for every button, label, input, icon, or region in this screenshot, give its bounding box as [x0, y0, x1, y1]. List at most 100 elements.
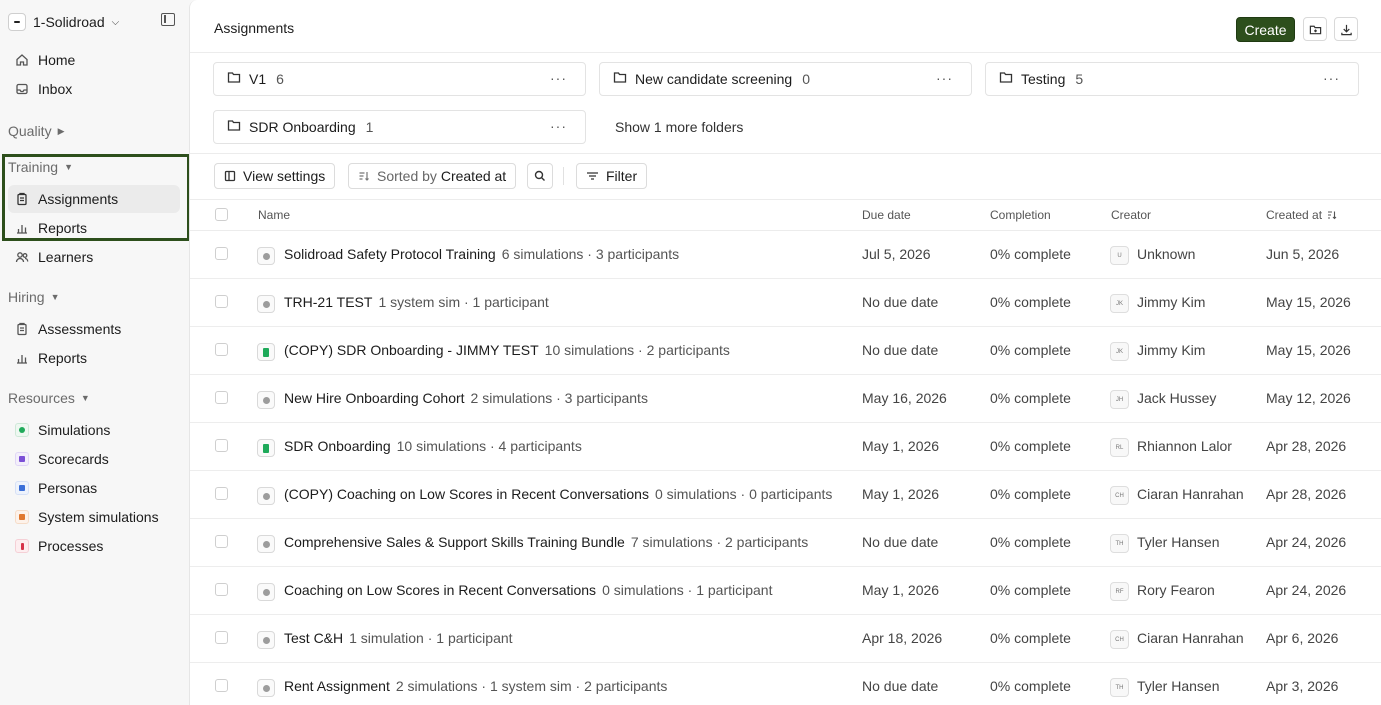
completion: 0% complete: [990, 246, 1071, 262]
column-header-name[interactable]: Name: [258, 208, 290, 222]
folder-card[interactable]: New candidate screening 0 ···: [599, 62, 972, 96]
row-checkbox[interactable]: [215, 631, 228, 644]
show-more-folders-link[interactable]: Show 1 more folders: [615, 119, 743, 135]
folder-card[interactable]: SDR Onboarding 1 ···: [213, 110, 586, 144]
sidebar-item-system-simulations[interactable]: System simulations: [8, 503, 180, 531]
creator-name: Jimmy Kim: [1137, 294, 1206, 310]
table-row[interactable]: Test C&H 1 simulation · 1 participant Apr …: [190, 615, 1381, 663]
avatar: CH: [1110, 486, 1129, 505]
assignment-name[interactable]: Comprehensive Sales & Support Skills Tra…: [284, 534, 808, 550]
sidebar-item-personas[interactable]: Personas: [8, 474, 180, 502]
more-options-icon[interactable]: ···: [936, 70, 953, 86]
sidebar-item-label: Reports: [38, 220, 88, 236]
sidebar-item-home[interactable]: Home: [8, 46, 180, 74]
assignment-name[interactable]: New Hire Onboarding Cohort 2 simulations …: [284, 390, 648, 406]
workspace-name: 1-Solidroad: [33, 14, 105, 30]
column-header-due-date[interactable]: Due date: [862, 208, 911, 222]
section-hiring[interactable]: Hiring ▼: [8, 287, 60, 307]
completion: 0% complete: [990, 534, 1071, 550]
created-at: May 12, 2026: [1266, 390, 1351, 406]
avatar: U: [1110, 246, 1129, 265]
clipboard-icon: [15, 322, 29, 336]
more-options-icon[interactable]: ···: [550, 70, 567, 86]
create-button[interactable]: Create: [1236, 17, 1295, 42]
assignment-name[interactable]: Coaching on Low Scores in Recent Convers…: [284, 582, 772, 598]
assignment-title: Rent Assignment: [284, 678, 390, 694]
due-date: May 1, 2026: [862, 582, 940, 598]
sort-icon: [359, 172, 369, 181]
row-checkbox[interactable]: [215, 343, 228, 356]
table-row[interactable]: SDR Onboarding 10 simulations · 4 partici…: [190, 423, 1381, 471]
assignment-meta: 0 simulations · 1 participant: [602, 582, 773, 598]
sidebar-item-training-reports[interactable]: Reports: [8, 214, 180, 242]
section-resources[interactable]: Resources ▼: [8, 388, 90, 408]
assignment-name[interactable]: (COPY) SDR Onboarding - JIMMY TEST 10 sim…: [284, 342, 730, 358]
folder-plus-icon: [1309, 25, 1321, 34]
folder-name: SDR Onboarding: [249, 119, 356, 135]
row-checkbox[interactable]: [215, 679, 228, 692]
users-icon: [15, 250, 29, 264]
column-header-created-at[interactable]: Created at: [1266, 208, 1337, 222]
view-settings-button[interactable]: View settings: [214, 163, 336, 189]
sidebar-item-hiring-reports[interactable]: Reports: [8, 344, 180, 372]
sort-button[interactable]: Sorted by Created at: [348, 163, 517, 189]
section-quality[interactable]: Quality ▶: [8, 121, 65, 141]
select-all-checkbox[interactable]: [215, 208, 228, 221]
sidebar-item-scorecards[interactable]: Scorecards: [8, 445, 180, 473]
sidebar-item-assignments[interactable]: Assignments: [8, 185, 180, 213]
column-header-creator[interactable]: Creator: [1111, 208, 1151, 222]
table-row[interactable]: (COPY) SDR Onboarding - JIMMY TEST 10 sim…: [190, 327, 1381, 375]
section-label: Quality: [8, 123, 52, 139]
folder-name: Testing: [1021, 71, 1066, 87]
creator-name: Unknown: [1137, 246, 1196, 262]
more-options-icon[interactable]: ···: [550, 118, 567, 134]
workspace-switcher[interactable]: 1-Solidroad ⌵: [8, 11, 119, 33]
assignment-name[interactable]: TRH-21 TEST 1 system sim · 1 participant: [284, 294, 549, 310]
folder-card[interactable]: Testing 5 ···: [985, 62, 1359, 96]
section-training[interactable]: Training ▼: [8, 157, 73, 177]
table-row[interactable]: New Hire Onboarding Cohort 2 simulations …: [190, 375, 1381, 423]
row-checkbox[interactable]: [215, 391, 228, 404]
created-at: May 15, 2026: [1266, 294, 1351, 310]
table-row[interactable]: TRH-21 TEST 1 system sim · 1 participant N…: [190, 279, 1381, 327]
download-button[interactable]: [1334, 17, 1358, 41]
table-row[interactable]: (COPY) Coaching on Low Scores in Recent …: [190, 471, 1381, 519]
assignment-name[interactable]: Solidroad Safety Protocol Training 6 simu…: [284, 246, 679, 262]
column-header-completion[interactable]: Completion: [990, 208, 1051, 222]
caret-down-icon: ▼: [64, 162, 73, 172]
sidebar-item-learners[interactable]: Learners: [8, 243, 180, 271]
sidebar-item-assessments[interactable]: Assessments: [8, 315, 180, 343]
due-date: No due date: [862, 294, 939, 310]
table-row[interactable]: Solidroad Safety Protocol Training 6 simu…: [190, 231, 1381, 279]
new-folder-button[interactable]: [1303, 17, 1327, 41]
row-checkbox[interactable]: [215, 535, 228, 548]
assignment-name[interactable]: Rent Assignment 2 simulations · 1 system …: [284, 678, 667, 694]
sidebar-toggle-icon[interactable]: [161, 13, 175, 26]
assignment-name[interactable]: Test C&H 1 simulation · 1 participant: [284, 630, 513, 646]
assignment-title: TRH-21 TEST: [284, 294, 373, 310]
assignment-name[interactable]: (COPY) Coaching on Low Scores in Recent …: [284, 486, 832, 502]
assignment-name[interactable]: SDR Onboarding 10 simulations · 4 partici…: [284, 438, 582, 454]
row-checkbox[interactable]: [215, 487, 228, 500]
row-checkbox[interactable]: [215, 295, 228, 308]
assignment-type-icon: [257, 295, 275, 313]
table-row[interactable]: Coaching on Low Scores in Recent Convers…: [190, 567, 1381, 615]
row-checkbox[interactable]: [215, 439, 228, 452]
search-button[interactable]: [527, 163, 553, 189]
filter-button[interactable]: Filter: [576, 163, 648, 189]
created-at: Apr 6, 2026: [1266, 630, 1339, 646]
page-header: Assignments Create: [190, 0, 1381, 53]
table-row[interactable]: Comprehensive Sales & Support Skills Tra…: [190, 519, 1381, 567]
sidebar-item-label: Assignments: [38, 191, 119, 207]
persona-icon: [15, 481, 29, 495]
sidebar-item-inbox[interactable]: Inbox: [8, 75, 180, 103]
row-checkbox[interactable]: [215, 583, 228, 596]
table-row[interactable]: Rent Assignment 2 simulations · 1 system …: [190, 663, 1381, 705]
sidebar-item-processes[interactable]: Processes: [8, 532, 180, 560]
assignment-meta: 7 simulations · 2 participants: [630, 534, 809, 550]
sidebar-item-simulations[interactable]: Simulations: [8, 416, 180, 444]
row-checkbox[interactable]: [215, 247, 228, 260]
creator-name: Tyler Hansen: [1137, 678, 1220, 694]
more-options-icon[interactable]: ···: [1323, 70, 1340, 86]
folder-card[interactable]: V1 6 ···: [213, 62, 586, 96]
